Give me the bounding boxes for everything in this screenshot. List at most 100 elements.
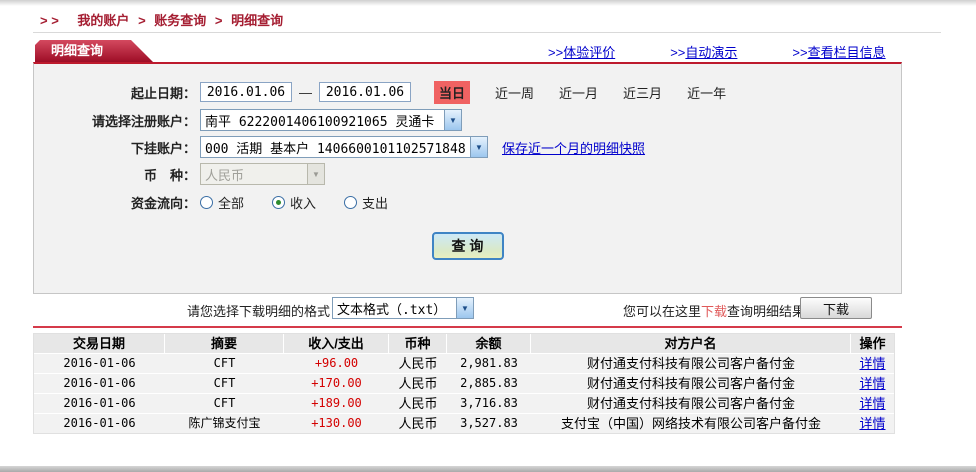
- cell-counterparty: 财付通支付科技有限公司客户备付金: [531, 394, 851, 413]
- cell-currency: 人民币: [389, 374, 447, 393]
- table-header-row: 交易日期摘要收入/支出币种余额对方户名操作: [34, 334, 894, 354]
- breadcrumb-separator: >: [138, 13, 146, 28]
- register-account-value: 南平 6222001406100921065 灵通卡: [201, 111, 444, 130]
- cell-summary: CFT: [165, 374, 284, 393]
- breadcrumb-link[interactable]: 我的账户: [77, 13, 129, 28]
- transactions-table: 交易日期摘要收入/支出币种余额对方户名操作 2016-01-06 CFT +96…: [33, 333, 895, 434]
- register-account-row: 请选择注册账户： 南平 6222001406100921065 灵通卡 ▼: [44, 109, 895, 131]
- detail-link[interactable]: 详情: [859, 396, 885, 411]
- table-header-cell: 交易日期: [34, 334, 165, 353]
- register-account-select[interactable]: 南平 6222001406100921065 灵通卡 ▼: [200, 109, 462, 131]
- table-header-cell: 币种: [389, 334, 447, 353]
- top-link[interactable]: >>体验评价: [548, 42, 615, 61]
- detail-link[interactable]: 详情: [859, 356, 885, 371]
- table-header-cell: 余额: [447, 334, 531, 353]
- flow-direction-label: 资金流向：: [44, 193, 196, 212]
- link-arrows: >>: [670, 45, 685, 60]
- table-row: 2016-01-06 CFT +96.00 人民币 2,981.83 财付通支付…: [34, 354, 894, 374]
- download-button[interactable]: 下载: [800, 297, 872, 319]
- cell-date: 2016-01-06: [34, 374, 165, 393]
- cell-currency: 人民币: [389, 394, 447, 413]
- cell-balance: 2,981.83: [447, 354, 531, 373]
- link-arrows: >>: [548, 45, 563, 60]
- download-row: 请您选择下载明细的格式 文本格式（.txt） ▼ 您可以在这里下载查询明细结果 …: [33, 297, 902, 321]
- table-header-cell: 操作: [851, 334, 894, 353]
- table-header-cell: 收入/支出: [284, 334, 389, 353]
- download-format-select[interactable]: 文本格式（.txt） ▼: [332, 297, 474, 319]
- cell-balance: 3,527.83: [447, 414, 531, 433]
- sub-account-row: 下挂账户： 000 活期 基本户 1406600101102571848 ▼ 保…: [44, 136, 895, 158]
- download-hint: 您可以在这里下载查询明细结果: [623, 301, 805, 320]
- flow-radio-group: 全部 收入 支出: [200, 193, 416, 212]
- quick-range-link[interactable]: 近一周: [495, 83, 534, 102]
- cell-amount: +170.00: [284, 374, 389, 393]
- query-form-panel: 起止日期： — 当日 近一周 近一月 近三月 近一年 请选择注册账户： 南平 62220…: [33, 62, 902, 294]
- download-inline-link[interactable]: 下载: [701, 304, 727, 319]
- date-dash: —: [299, 85, 312, 100]
- query-button[interactable]: 查 询: [432, 232, 504, 260]
- download-format-label: 请您选择下载明细的格式: [33, 301, 330, 320]
- breadcrumb-prefix: > >: [40, 13, 59, 28]
- chevron-down-icon: ▼: [444, 110, 461, 130]
- cell-amount: +189.00: [284, 394, 389, 413]
- cell-date: 2016-01-06: [34, 394, 165, 413]
- detail-link[interactable]: 详情: [859, 376, 885, 391]
- table-header-cell: 对方户名: [531, 334, 851, 353]
- sub-account-select[interactable]: 000 活期 基本户 1406600101102571848 ▼: [200, 136, 488, 158]
- quick-range-link[interactable]: 近一年: [687, 83, 726, 102]
- chevron-down-icon: ▼: [470, 137, 487, 157]
- table-body: 2016-01-06 CFT +96.00 人民币 2,981.83 财付通支付…: [34, 354, 894, 433]
- cell-date: 2016-01-06: [34, 354, 165, 373]
- flow-direction-row: 资金流向： 全部 收入 支出: [44, 191, 895, 213]
- breadcrumb-item: > 明细查询: [210, 13, 283, 28]
- table-top-red-line: [33, 326, 902, 328]
- table-row: 2016-01-06 CFT +189.00 人民币 3,716.83 财付通支…: [34, 394, 894, 414]
- breadcrumb-item: 我的账户: [67, 13, 133, 28]
- top-links: >>体验评价 >>自动演示 >>查看栏目信息: [548, 42, 886, 61]
- flow-radio-option[interactable]: 收入: [272, 193, 316, 212]
- cell-summary: 陈广锦支付宝: [165, 414, 284, 433]
- cell-balance: 3,716.83: [447, 394, 531, 413]
- date-range-row: 起止日期： — 当日 近一周 近一月 近三月 近一年: [44, 81, 895, 103]
- quick-range-link[interactable]: 近一月: [559, 83, 598, 102]
- date-from-input[interactable]: [200, 82, 292, 102]
- table-row: 2016-01-06 陈广锦支付宝 +130.00 人民币 3,527.83 支…: [34, 414, 894, 433]
- cell-currency: 人民币: [389, 414, 447, 433]
- link-arrows: >>: [792, 45, 807, 60]
- breadcrumb-separator: >: [215, 13, 223, 28]
- flow-radio-option[interactable]: 全部: [200, 193, 244, 212]
- top-gradient-band: [0, 0, 976, 6]
- cell-counterparty: 财付通支付科技有限公司客户备付金: [531, 354, 851, 373]
- breadcrumb-link[interactable]: 账务查询: [154, 13, 206, 28]
- radio-icon: [344, 196, 357, 209]
- breadcrumb-divider: [33, 32, 941, 33]
- table-header-cell: 摘要: [165, 334, 284, 353]
- quick-range-group: 当日 近一周 近一月 近三月 近一年: [415, 81, 726, 104]
- breadcrumb: > > 我的账户 > 账务查询 > 明细查询: [35, 10, 283, 29]
- breadcrumb-item: > 账务查询: [133, 13, 210, 28]
- top-link[interactable]: >>自动演示: [670, 42, 737, 61]
- flow-radio-option[interactable]: 支出: [344, 193, 388, 212]
- cell-date: 2016-01-06: [34, 414, 165, 433]
- sub-account-value: 000 活期 基本户 1406600101102571848: [201, 138, 470, 157]
- quick-range-link[interactable]: 近三月: [623, 83, 662, 102]
- cell-counterparty: 支付宝（中国）网络技术有限公司客户备付金: [531, 414, 851, 433]
- download-format-value: 文本格式（.txt）: [333, 299, 456, 318]
- date-range-label: 起止日期：: [44, 83, 196, 102]
- table-row: 2016-01-06 CFT +170.00 人民币 2,885.83 财付通支…: [34, 374, 894, 394]
- bottom-gray-bar: [0, 466, 976, 472]
- quick-range-link[interactable]: 当日: [434, 81, 470, 104]
- chevron-down-icon: ▼: [307, 164, 324, 184]
- currency-value: 人民币: [201, 165, 307, 184]
- radio-icon: [200, 196, 213, 209]
- cell-summary: CFT: [165, 354, 284, 373]
- tab-detail-query[interactable]: 明细查询: [35, 40, 153, 62]
- date-to-input[interactable]: [319, 82, 411, 102]
- currency-row: 币 种： 人民币 ▼: [44, 163, 895, 185]
- chevron-down-icon: ▼: [456, 298, 473, 318]
- breadcrumb-link[interactable]: 明细查询: [231, 13, 283, 28]
- top-link[interactable]: >>查看栏目信息: [792, 42, 885, 61]
- snapshot-link[interactable]: 保存近一个月的明细快照: [502, 138, 645, 157]
- detail-link[interactable]: 详情: [859, 416, 885, 431]
- cell-amount: +130.00: [284, 414, 389, 433]
